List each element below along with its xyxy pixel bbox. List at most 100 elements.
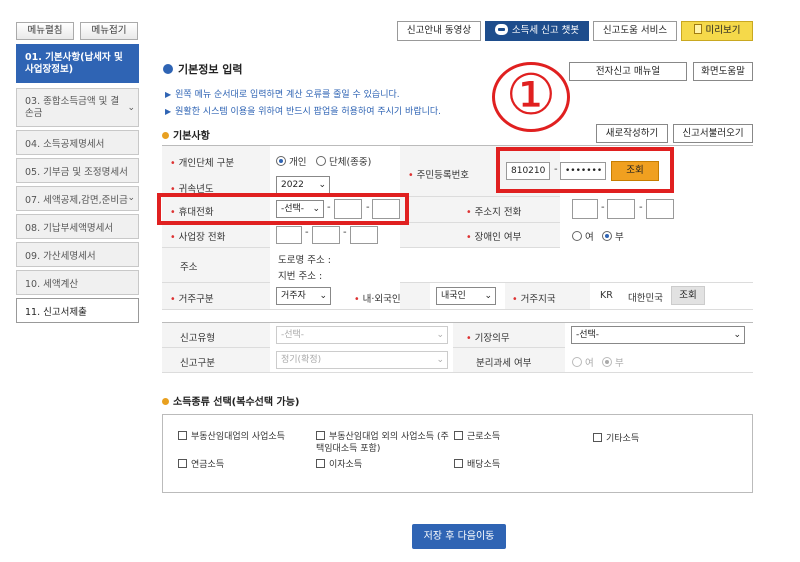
- year-select[interactable]: 2022 ⌄: [276, 176, 330, 194]
- triangle-right-icon: ▶: [165, 107, 172, 116]
- radio-icon: [316, 156, 326, 166]
- income-checkbox-business[interactable]: 부동산임대업 외의 사업소득 (주택임대소득 포함): [316, 431, 456, 455]
- separate-radio-yes[interactable]: 여: [572, 355, 594, 369]
- sidebar-item-income[interactable]: 03. 종합소득금액 및 결손금 ⌄: [16, 88, 139, 127]
- sidebar-item-label: 11. 신고서제출: [25, 306, 87, 318]
- preview-button[interactable]: 미리보기: [681, 21, 753, 41]
- disabled-radio-yes[interactable]: 여: [572, 229, 594, 243]
- home-phone-3[interactable]: [646, 199, 674, 219]
- radio-icon: [276, 156, 286, 166]
- checkbox-icon: [454, 431, 463, 440]
- dash: -: [601, 202, 605, 213]
- chevron-down-icon: ⌄: [127, 193, 135, 203]
- video-guide-button[interactable]: 신고안내 동영상: [397, 21, 481, 41]
- bullet-icon: [162, 132, 169, 139]
- filing-category-select[interactable]: 정기(확정) ⌄: [276, 351, 448, 369]
- income-checkbox-other[interactable]: 기타소득: [593, 433, 639, 445]
- page-title: 기본정보 입력: [163, 61, 243, 77]
- screen-help-button[interactable]: 화면도움말: [693, 62, 753, 81]
- dash: -: [343, 227, 347, 238]
- sidebar-item-label: 09. 가산세명세서: [25, 250, 96, 262]
- value-col: [270, 248, 753, 282]
- basic-section-title: 기본사항: [162, 127, 210, 142]
- sidebar-item-label: 05. 기부금 및 조정명세서: [25, 166, 128, 178]
- income-checkbox-wage[interactable]: 근로소득: [454, 431, 500, 443]
- type-label: • 개인단체 구분: [170, 158, 235, 169]
- sidebar-item-label: 01. 기본사항(납세자 및 사업장정보): [25, 51, 123, 75]
- country-label: • 거주지국: [512, 294, 556, 305]
- sidebar-item-label: 03. 종합소득금액 및 결손금: [25, 95, 120, 119]
- residence-select[interactable]: 거주자 ⌄: [276, 287, 331, 305]
- income-checkbox-interest[interactable]: 이자소득: [316, 459, 362, 471]
- highlight-rrn: [496, 147, 674, 193]
- sidebar-item-label: 10. 세액계산: [25, 278, 79, 290]
- income-checkbox-real-estate[interactable]: 부동산임대업의 사업소득: [178, 431, 285, 443]
- document-icon: [693, 24, 702, 34]
- bookkeeping-select[interactable]: -선택- ⌄: [571, 326, 745, 344]
- income-checkbox-dividend[interactable]: 배당소득: [454, 459, 500, 471]
- new-draft-button[interactable]: 새로작성하기: [596, 124, 668, 143]
- filing-type-label: 신고유형: [180, 333, 215, 344]
- checkbox-icon: [178, 459, 187, 468]
- residence-label: • 거주구분: [170, 294, 214, 305]
- sidebar-item-penalty[interactable]: 09. 가산세명세서: [16, 242, 139, 267]
- bullet-icon: [163, 64, 173, 74]
- road-address: 도로명 주소 :: [278, 255, 331, 266]
- chatbot-icon: [494, 24, 508, 35]
- country-code: KR: [600, 290, 613, 301]
- chevron-down-icon: ⌄: [733, 330, 741, 340]
- income-checkbox-pension[interactable]: 연금소득: [178, 459, 224, 471]
- biz-phone-1[interactable]: [276, 226, 302, 244]
- sidebar-item-label: 04. 소득공제명세서: [25, 138, 105, 150]
- biz-phone-2[interactable]: [312, 226, 340, 244]
- chevron-down-icon: ⌄: [436, 330, 444, 340]
- load-return-button[interactable]: 신고서불러오기: [673, 124, 753, 143]
- chevron-down-icon: ⌄: [319, 291, 327, 301]
- disabled-label: • 장애인 여부: [466, 232, 522, 243]
- biz-phone-3[interactable]: [350, 226, 378, 244]
- bullet-icon: [162, 398, 169, 405]
- sidebar-item-basic[interactable]: 01. 기본사항(납세자 및 사업장정보): [16, 44, 139, 83]
- preview-label: 미리보기: [705, 25, 741, 36]
- nationality-label: • 내·외국인: [354, 294, 401, 305]
- income-box: [162, 414, 753, 493]
- home-phone-2[interactable]: [607, 199, 635, 219]
- disabled-radio-no[interactable]: 부: [602, 229, 624, 243]
- country-lookup-button[interactable]: 조회: [671, 286, 705, 305]
- nationality-select[interactable]: 내국인 ⌄: [436, 287, 496, 305]
- chatbot-button[interactable]: 소득세 신고 챗봇: [485, 21, 589, 41]
- note-line-1: ▶ 왼쪽 메뉴 순서대로 입력하면 계산 오류를 줄일 수 있습니다.: [165, 90, 400, 100]
- radio-icon: [572, 357, 582, 367]
- type-radio-individual[interactable]: 개인: [276, 154, 306, 168]
- highlight-mobile: [157, 193, 409, 225]
- row-divider: [162, 309, 753, 310]
- home-phone-1[interactable]: [572, 199, 598, 219]
- sidebar-item-deduction[interactable]: 04. 소득공제명세서: [16, 130, 139, 155]
- checkbox-icon: [178, 431, 187, 440]
- help-service-button[interactable]: 신고도움 서비스: [593, 21, 677, 41]
- checkbox-icon: [454, 459, 463, 468]
- chevron-down-icon: ⌄: [436, 355, 444, 365]
- menu-expand-button[interactable]: 메뉴펼침: [16, 22, 74, 40]
- sidebar-item-label: 07. 세액공제,감면,준비금: [25, 194, 128, 206]
- sidebar-item-donation[interactable]: 05. 기부금 및 조정명세서: [16, 158, 139, 183]
- radio-icon: [602, 357, 612, 367]
- e-filing-manual-button[interactable]: 전자신고 매뉴얼: [569, 62, 687, 81]
- separate-tax-label: 분리과세 여부: [476, 358, 532, 369]
- radio-icon: [572, 231, 582, 241]
- triangle-right-icon: ▶: [165, 90, 172, 99]
- type-radio-group[interactable]: 단체(종중): [316, 154, 371, 168]
- chevron-down-icon: ⌄: [318, 180, 326, 190]
- separate-radio-no[interactable]: 부: [602, 355, 624, 369]
- note-line-2: ▶ 원활한 시스템 이용을 위하여 반드시 팝업을 허용하여 주시기 바랍니다.: [165, 107, 442, 117]
- sidebar-item-label: 08. 기납부세액명세서: [25, 222, 114, 234]
- menu-collapse-button[interactable]: 메뉴접기: [80, 22, 138, 40]
- sidebar-item-prepaid[interactable]: 08. 기납부세액명세서: [16, 214, 139, 239]
- filing-type-select[interactable]: -선택- ⌄: [276, 326, 448, 344]
- sidebar-item-tax-calc[interactable]: 10. 세액계산: [16, 270, 139, 295]
- bookkeeping-label: • 기장의무: [466, 333, 510, 344]
- sidebar-item-tax-credit[interactable]: 07. 세액공제,감면,준비금 ⌄: [16, 186, 139, 211]
- sidebar-item-submit[interactable]: 11. 신고서제출: [16, 298, 139, 323]
- save-next-button[interactable]: 저장 후 다음이동: [412, 524, 506, 549]
- address-label: 주소: [180, 262, 198, 273]
